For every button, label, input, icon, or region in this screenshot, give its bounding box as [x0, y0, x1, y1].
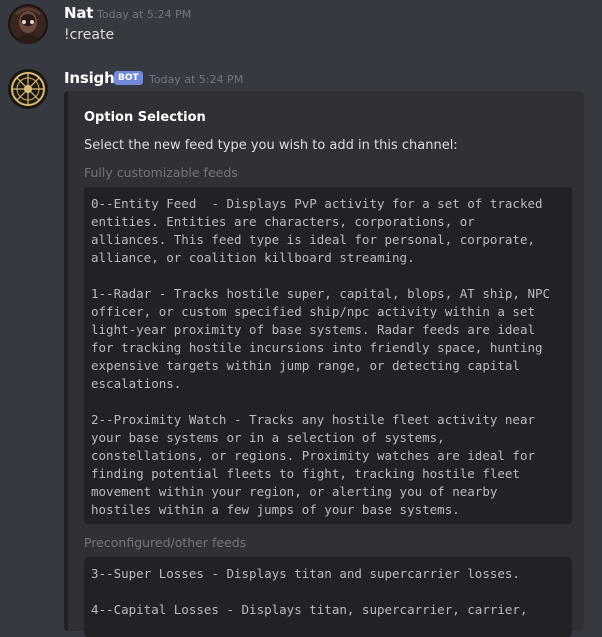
embed-title: Option Selection — [84, 110, 206, 125]
message-nat: Nat Today at 5:24 PM !create — [0, 0, 602, 60]
codeblock-fully-customizable: 0--Entity Feed - Displays PvP activity f… — [84, 187, 572, 524]
message-text: !create — [64, 27, 115, 43]
message-timestamp: Today at 5:24 PM — [97, 8, 192, 21]
field-name-fully-customizable: Fully customizable feeds — [84, 165, 238, 180]
insight-avatar[interactable] — [8, 69, 48, 109]
bot-badge: BOT — [114, 71, 143, 85]
embed: Option Selection Select the new feed typ… — [64, 91, 584, 637]
username-nat[interactable]: Nat — [64, 4, 93, 22]
dark-portrait-avatar-icon — [8, 4, 48, 44]
message-timestamp: Today at 5:24 PM — [149, 73, 244, 86]
field-name-preconfigured: Preconfigured/other feeds — [84, 535, 247, 550]
username-insight[interactable]: Insight — [64, 69, 122, 87]
codeblock-preconfigured: 3--Super Losses - Displays titan and sup… — [84, 557, 572, 637]
nat-avatar[interactable] — [8, 4, 48, 44]
embed-description: Select the new feed type you wish to add… — [84, 138, 458, 153]
wheel-emblem-avatar-icon — [8, 69, 48, 109]
